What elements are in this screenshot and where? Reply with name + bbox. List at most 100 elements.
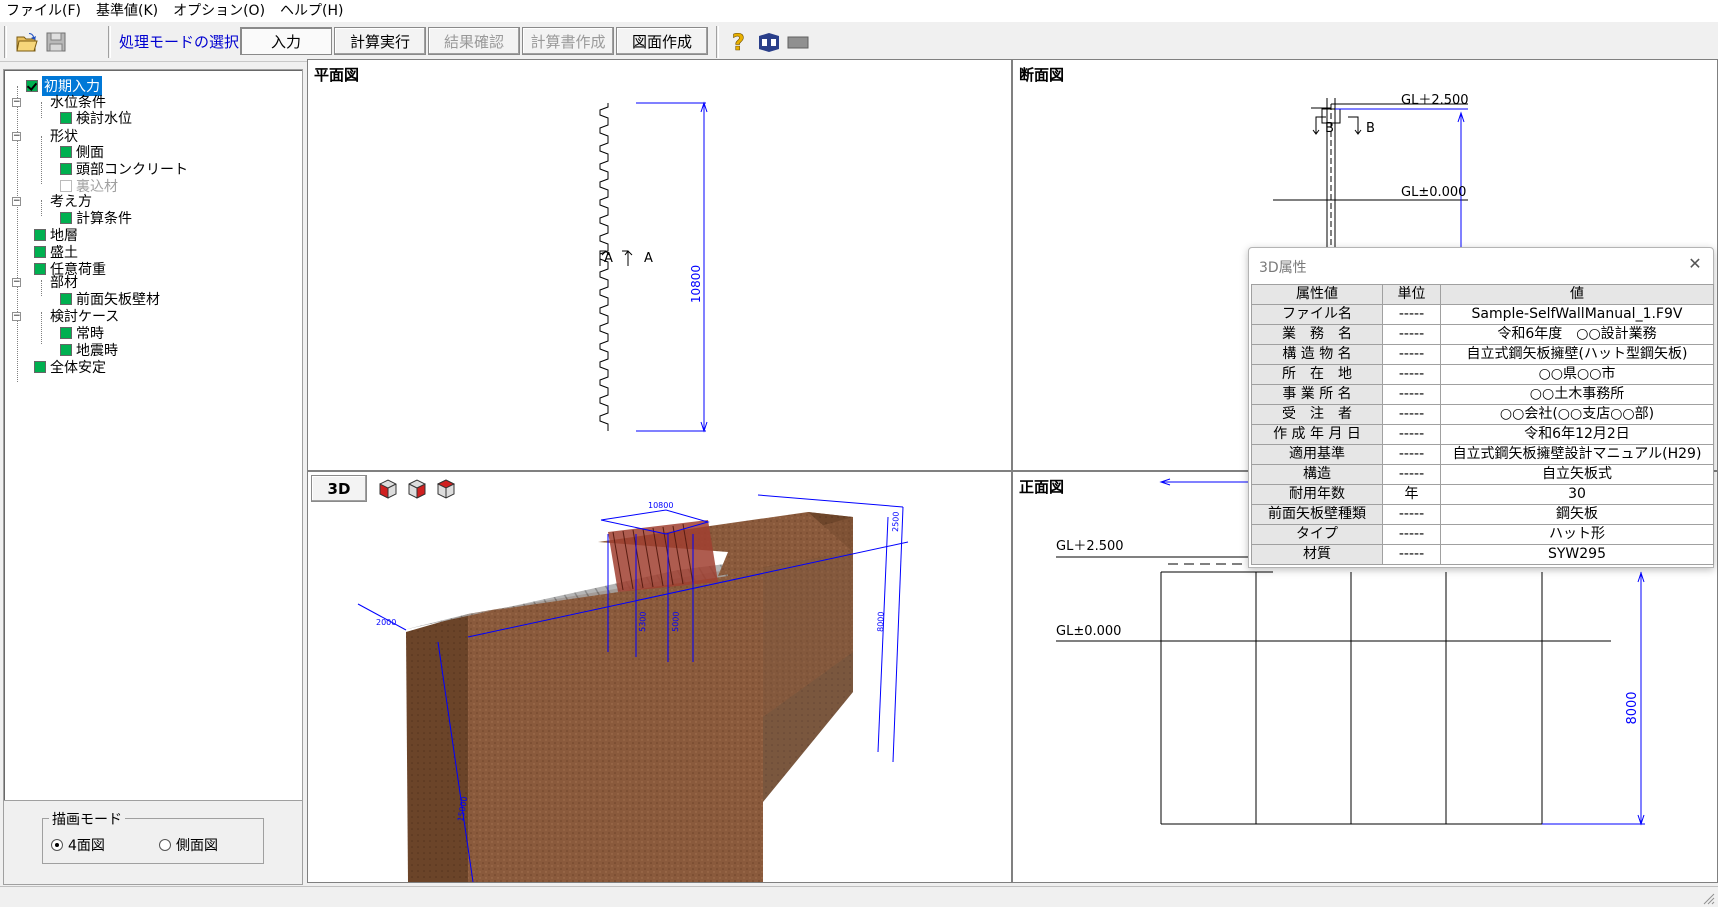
- tree-item-calc-conditions[interactable]: 計算条件: [60, 209, 132, 227]
- menu-standard[interactable]: 基準値(K): [90, 0, 167, 22]
- status-square-icon: [34, 262, 46, 275]
- attribute-unit-cell: -----: [1382, 344, 1441, 365]
- close-icon[interactable]: ✕: [1685, 254, 1705, 274]
- tree-item-design-water-level[interactable]: 検討水位: [60, 109, 132, 127]
- tree-item-embankment[interactable]: 盛土: [34, 243, 78, 261]
- radio-selected-icon: [51, 839, 63, 851]
- attribute-value-cell: 自立矢板式: [1440, 464, 1714, 485]
- table-row: 構造 ----- 自立矢板式: [1251, 464, 1714, 485]
- table-row: 材質 ----- SYW295: [1251, 544, 1714, 565]
- tree-group-shape[interactable]: 形状: [50, 127, 78, 145]
- tree-item-overall-stability[interactable]: 全体安定: [34, 358, 106, 376]
- attribute-value-cell: 鋼矢板: [1440, 504, 1714, 525]
- attribute-unit-cell: -----: [1382, 424, 1441, 445]
- attribute-key-cell: 適用基準: [1251, 444, 1383, 465]
- tree-item-seismic[interactable]: 地震時: [60, 341, 118, 359]
- status-square-icon: [60, 145, 72, 158]
- check-results-button[interactable]: 結果確認: [428, 27, 520, 55]
- front-gl-top: GL＋2.500: [1056, 539, 1124, 554]
- plan-dimension-label: 10800: [689, 265, 703, 303]
- header-value: 値: [1440, 284, 1714, 305]
- table-row: 作 成 年 月 日 ----- 令和6年12月2日: [1251, 424, 1714, 445]
- attribute-value-cell: 自立式鋼矢板擁壁(ハット型鋼矢板): [1440, 344, 1714, 365]
- radio-side-view[interactable]: 側面図: [159, 835, 218, 855]
- tree-group-cases[interactable]: 検討ケース: [50, 307, 119, 325]
- attribute-key-cell: 耐用年数: [1251, 484, 1383, 505]
- status-square-icon: [60, 326, 72, 339]
- menu-options[interactable]: オプション(O): [167, 0, 274, 22]
- status-square-icon: [60, 211, 72, 224]
- attribute-unit-cell: -----: [1382, 524, 1441, 545]
- svg-text:10800: 10800: [648, 501, 673, 510]
- table-header-row: 属性値 単位 値: [1251, 284, 1714, 305]
- tree-group-approach[interactable]: 考え方: [50, 192, 92, 210]
- tree-connector: [41, 312, 42, 344]
- attribute-key-cell: 業 務 名: [1251, 324, 1383, 345]
- status-square-icon: [60, 162, 72, 175]
- attribute-value-cell: Sample-SelfWallManual_1.F9V: [1440, 304, 1714, 325]
- tree-item-normal[interactable]: 常時: [60, 324, 104, 342]
- menu-file[interactable]: ファイル(F): [0, 0, 90, 22]
- create-report-button[interactable]: 計算書作成: [522, 27, 614, 55]
- attribute-value-cell: 令和6年12月2日: [1440, 424, 1714, 445]
- tree-group-members[interactable]: 部材: [50, 273, 78, 291]
- tree-connector: [41, 280, 42, 296]
- radio-four-views[interactable]: 4面図: [51, 835, 105, 855]
- collapse-icon[interactable]: −: [12, 197, 21, 206]
- draw-mode-title: 描画モード: [49, 809, 125, 829]
- menu-bar: ファイル(F) 基準値(K) オプション(O) ヘルプ(H): [0, 0, 1718, 22]
- draw-mode-group: 描画モード 4面図 側面図: [42, 809, 264, 864]
- 3d-view-pane[interactable]: 3D 10800 2500 8000 5300 5000 15000 2000: [307, 471, 1012, 883]
- attribute-value-cell: SYW295: [1440, 544, 1714, 565]
- table-row: 構 造 物 名 ----- 自立式鋼矢板擁壁(ハット型鋼矢板): [1251, 344, 1714, 365]
- attribute-value-cell: ○○土木事務所: [1440, 384, 1714, 405]
- table-row: 耐用年数年 30: [1251, 484, 1714, 505]
- attribute-key-cell: 事 業 所 名: [1251, 384, 1383, 405]
- processing-mode-label: 処理モードの選択: [119, 33, 240, 51]
- save-disk-icon[interactable]: [43, 29, 69, 55]
- input-mode-button[interactable]: 入力: [240, 27, 332, 55]
- plan-view-pane[interactable]: 平面図 10800 A A: [307, 59, 1012, 471]
- attribute-unit-cell: -----: [1382, 504, 1441, 525]
- tree-item-side[interactable]: 側面: [60, 143, 104, 161]
- attribute-key-cell: 構 造 物 名: [1251, 344, 1383, 365]
- section-mark-left: B: [1325, 121, 1334, 136]
- tree-item-front-sheet-pile[interactable]: 前面矢板壁材: [60, 290, 160, 308]
- menu-help[interactable]: ヘルプ(H): [274, 0, 352, 22]
- table-row: 前面矢板壁種類 ----- 鋼矢板: [1251, 504, 1714, 525]
- radio-empty-icon: [159, 839, 171, 851]
- attributes-table: 属性値 単位 値 ファイル名 ----- Sample-SelfWallManual…: [1251, 284, 1714, 565]
- attribute-value-cell: ○○会社(○○支店○○部): [1440, 404, 1714, 425]
- collapse-icon[interactable]: −: [12, 278, 21, 287]
- tree-item-stratum[interactable]: 地層: [34, 226, 78, 244]
- attribute-value-cell: ○○県○○市: [1440, 364, 1714, 385]
- toolbar-separator: [108, 26, 111, 58]
- create-drawing-button[interactable]: 図面作成: [616, 27, 708, 55]
- manual-book-icon[interactable]: [756, 29, 782, 55]
- collapse-icon[interactable]: −: [12, 98, 21, 107]
- collapse-icon[interactable]: −: [12, 312, 21, 321]
- help-question-icon[interactable]: ?: [726, 29, 752, 55]
- resize-grip-icon[interactable]: [1701, 891, 1715, 905]
- attribute-unit-cell: 年: [1382, 484, 1441, 505]
- run-calculation-button[interactable]: 計算実行: [334, 27, 426, 55]
- status-square-icon: [34, 245, 46, 258]
- attribute-unit-cell: -----: [1382, 444, 1441, 465]
- attribute-unit-cell: -----: [1382, 384, 1441, 405]
- open-folder-icon[interactable]: [14, 29, 40, 55]
- attribute-key-cell: 受 注 者: [1251, 404, 1383, 425]
- section-gl-zero: GL±0.000: [1401, 185, 1466, 200]
- table-row: タイプ ----- ハット形: [1251, 524, 1714, 545]
- tree-item-head-concrete[interactable]: 頭部コンクリート: [60, 160, 188, 178]
- 3d-attributes-dialog[interactable]: 3D属性 ✕ 属性値 単位 値 ファイル名 ----- Sample-SelfWal…: [1248, 247, 1714, 568]
- attribute-key-cell: 作 成 年 月 日: [1251, 424, 1383, 445]
- keyboard-icon[interactable]: [785, 29, 811, 55]
- draw-mode-panel: 描画モード 4面図 側面図: [3, 800, 303, 885]
- toolbar: 処理モードの選択 入力 計算実行 結果確認 計算書作成 図面作成 ?: [0, 22, 1718, 62]
- attribute-unit-cell: -----: [1382, 364, 1441, 385]
- front-dimension-label: 8000: [1625, 691, 1640, 724]
- collapse-icon[interactable]: −: [12, 132, 21, 141]
- dialog-title: 3D属性: [1259, 260, 1307, 276]
- attribute-key-cell: 材質: [1251, 544, 1383, 565]
- plan-drawing: 10800 A A: [599, 101, 708, 433]
